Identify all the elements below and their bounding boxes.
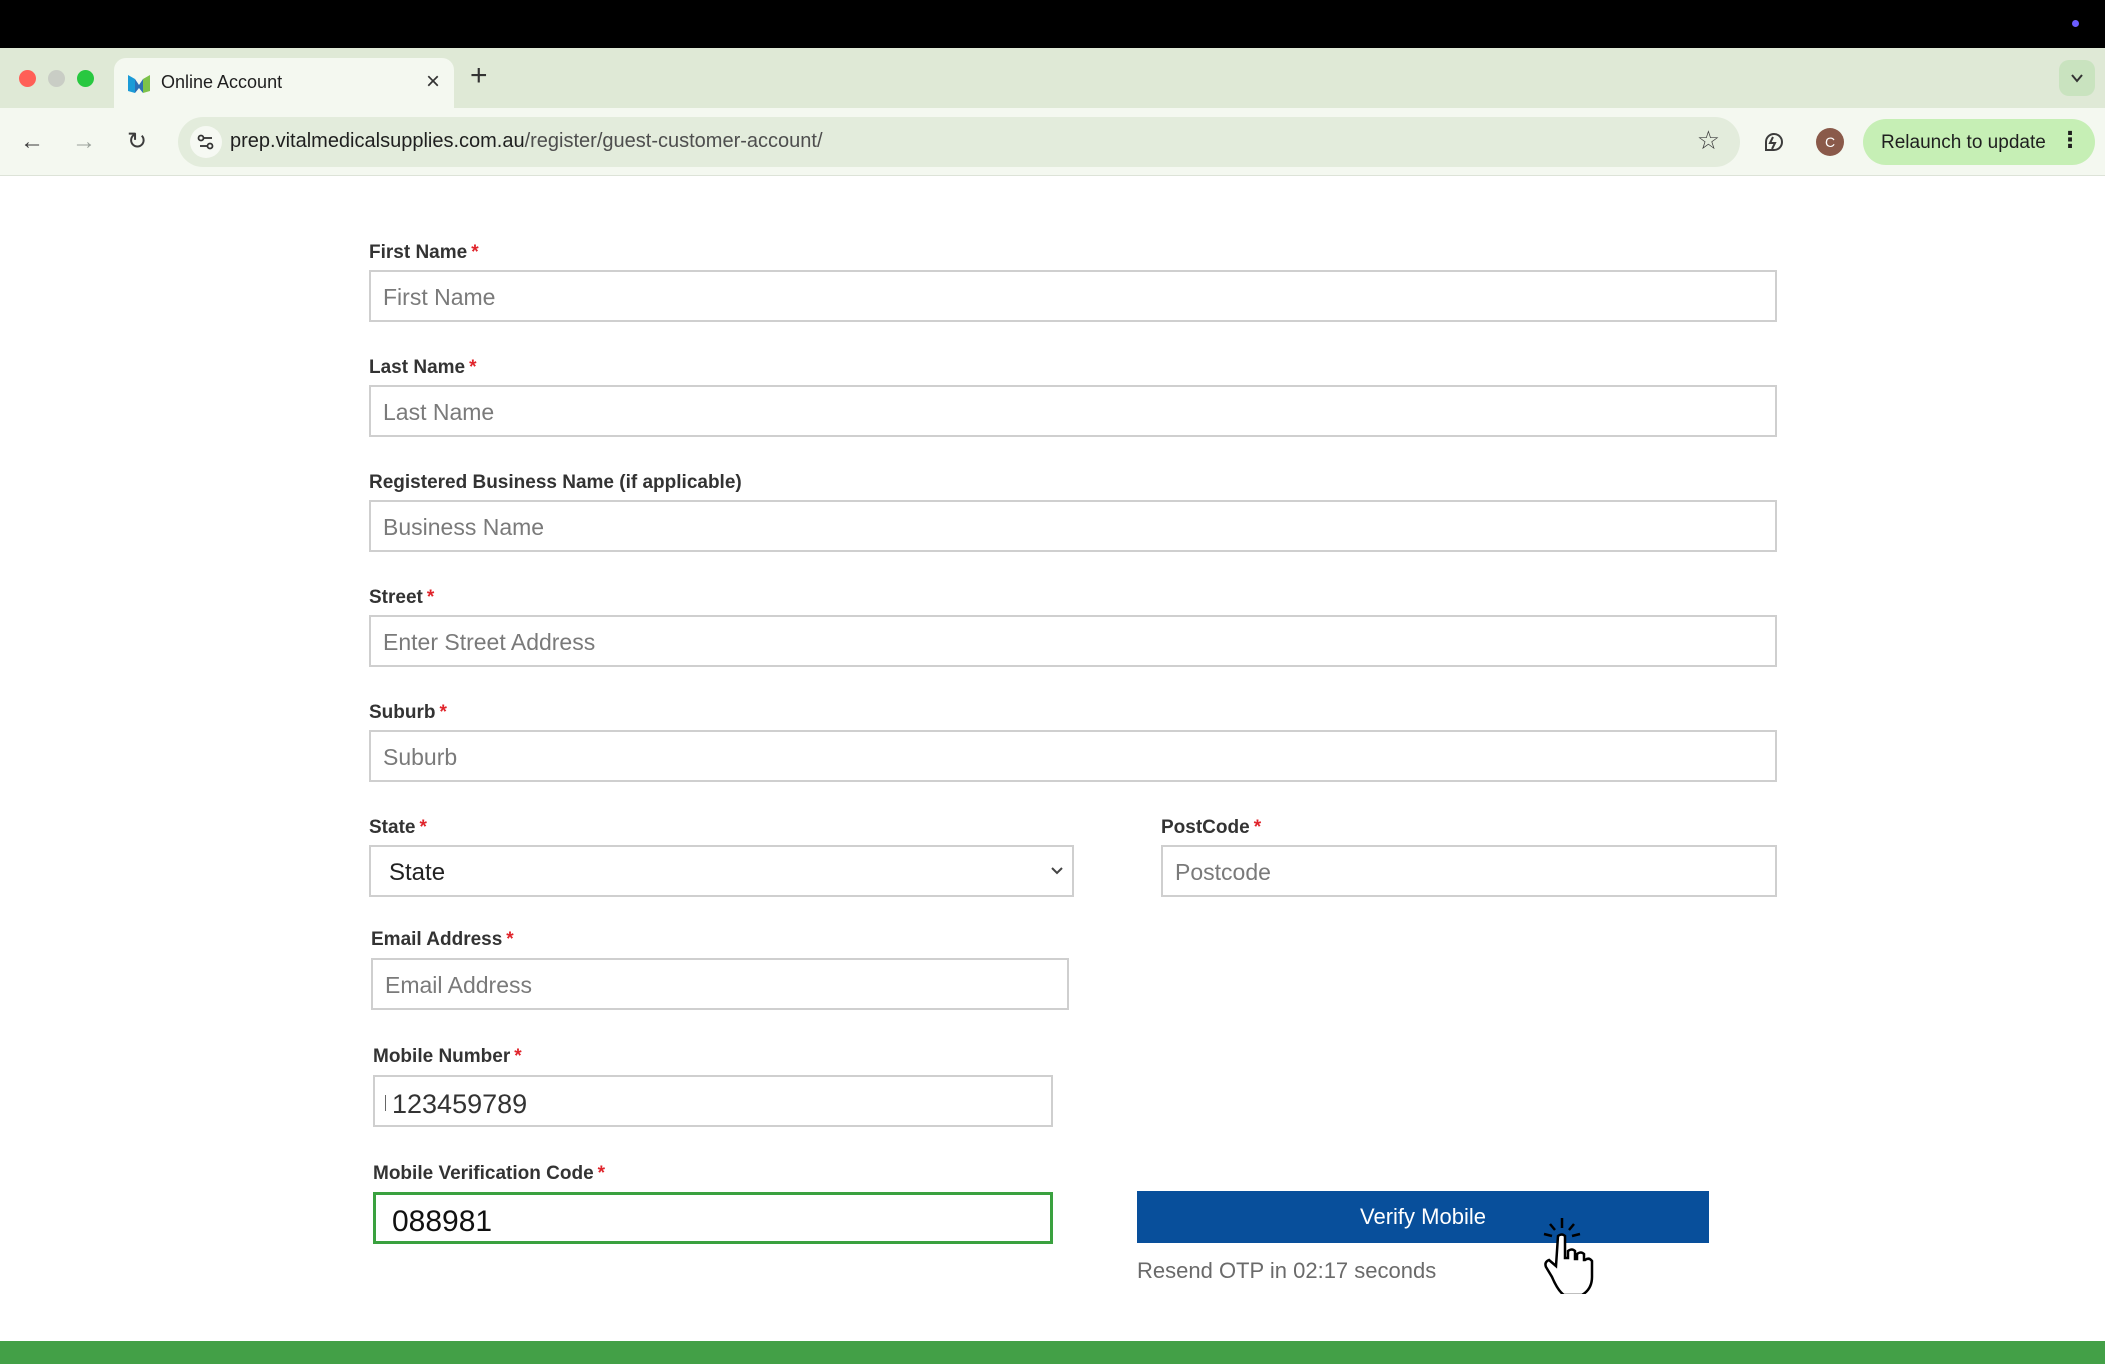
browser-tab-strip: Online Account × +	[0, 48, 2105, 108]
required-marker: *	[469, 357, 477, 378]
status-dot	[2072, 20, 2079, 27]
relaunch-label: Relaunch to update	[1881, 132, 2046, 153]
kebab-icon[interactable]: ⋮	[2059, 127, 2081, 153]
chevron-down-icon	[2071, 74, 2083, 83]
first-name-input[interactable]: First Name	[369, 270, 1777, 322]
email-label: Email Address *	[371, 929, 514, 951]
email-placeholder: Email Address	[385, 972, 533, 998]
reload-icon[interactable]: ↻	[117, 122, 157, 162]
text-caret	[385, 1095, 386, 1111]
state-label: State *	[369, 817, 427, 839]
required-marker: *	[506, 929, 514, 950]
postcode-input[interactable]: Postcode	[1161, 845, 1777, 897]
verification-code-label-text: Mobile Verification Code	[373, 1163, 594, 1184]
business-name-placeholder: Business Name	[383, 514, 545, 540]
state-label-text: State	[369, 817, 416, 838]
state-select[interactable]: State	[369, 845, 1074, 897]
footer-bar	[0, 1341, 2105, 1364]
url-host: prep.vitalmedicalsupplies.com.au	[230, 130, 525, 152]
street-label: Street *	[369, 587, 434, 609]
site-info-icon[interactable]	[190, 126, 222, 158]
last-name-placeholder: Last Name	[383, 399, 495, 425]
postcode-label-text: PostCode	[1161, 817, 1250, 838]
first-name-placeholder: First Name	[383, 284, 496, 310]
email-input[interactable]: Email Address	[371, 958, 1069, 1010]
postcode-placeholder: Postcode	[1175, 859, 1271, 885]
street-placeholder: Enter Street Address	[383, 629, 596, 655]
suburb-input[interactable]: Suburb	[369, 730, 1777, 782]
url-path: /register/guest-customer-account/	[524, 130, 823, 152]
profile-avatar[interactable]: C	[1816, 128, 1844, 156]
last-name-label: Last Name *	[369, 357, 477, 379]
system-top-bar	[0, 0, 2105, 48]
back-icon[interactable]: ←	[12, 122, 52, 162]
address-bar[interactable]: prep.vitalmedicalsupplies.com.au/registe…	[178, 117, 1740, 167]
email-label-text: Email Address	[371, 929, 503, 950]
window-minimize-button[interactable]	[48, 70, 65, 87]
resend-otp-countdown: Resend OTP in 02:17 seconds	[1137, 1258, 1437, 1283]
last-name-input[interactable]: Last Name	[369, 385, 1777, 437]
business-name-label: Registered Business Name (if applicable)	[369, 472, 742, 494]
window-close-button[interactable]	[19, 70, 36, 87]
verify-mobile-button[interactable]: Verify Mobile	[1137, 1191, 1709, 1243]
state-selected-value: State	[389, 859, 446, 886]
relaunch-to-update-button[interactable]: Relaunch to update ⋮	[1863, 119, 2095, 165]
street-input[interactable]: Enter Street Address	[369, 615, 1777, 667]
suburb-label-text: Suburb	[369, 702, 436, 723]
tab-search-button[interactable]	[2059, 60, 2095, 96]
verification-code-value: 088981	[392, 1205, 493, 1238]
business-name-label-text: Registered Business Name (if applicable)	[369, 472, 742, 493]
required-marker: *	[597, 1163, 606, 1184]
new-tab-button[interactable]: +	[470, 56, 488, 96]
required-marker: *	[1253, 817, 1262, 838]
street-label-text: Street	[369, 587, 423, 608]
first-name-label: First Name *	[369, 242, 479, 264]
required-marker: *	[439, 702, 447, 723]
tab-title: Online Account	[161, 72, 283, 92]
mobile-number-input[interactable]: 123459789	[373, 1075, 1053, 1127]
suburb-label: Suburb *	[369, 702, 447, 724]
first-name-label-text: First Name	[369, 242, 468, 263]
suburb-placeholder: Suburb	[383, 744, 458, 770]
required-marker: *	[426, 587, 435, 608]
required-marker: *	[471, 242, 479, 263]
mobile-number-label-text: Mobile Number	[373, 1046, 511, 1067]
required-marker: *	[514, 1046, 522, 1067]
browser-tab[interactable]: Online Account ×	[114, 58, 454, 108]
hand-pointer-icon	[1543, 1218, 1594, 1294]
extension-icon[interactable]	[1760, 128, 1788, 156]
business-name-input[interactable]: Business Name	[369, 500, 1777, 552]
chevron-down-icon	[1051, 867, 1063, 875]
forward-icon[interactable]: →	[64, 122, 104, 162]
favicon-icon	[128, 75, 150, 93]
browser-toolbar: ← → ↻ prep.vitalmedicalsupplies.com.au/r…	[0, 108, 2105, 176]
required-marker: *	[419, 817, 427, 838]
postcode-label: PostCode *	[1161, 817, 1261, 839]
mobile-number-label: Mobile Number *	[373, 1046, 522, 1068]
star-icon[interactable]: ☆	[1697, 125, 1720, 156]
url-text: prep.vitalmedicalsupplies.com.au/registe…	[230, 130, 823, 153]
mobile-number-value: 123459789	[392, 1089, 528, 1119]
verification-code-label: Mobile Verification Code *	[373, 1163, 605, 1185]
last-name-label-text: Last Name	[369, 357, 466, 378]
window-zoom-button[interactable]	[77, 70, 94, 87]
tab-close-icon[interactable]: ×	[426, 68, 440, 96]
verification-code-input[interactable]: 088981	[373, 1192, 1053, 1244]
